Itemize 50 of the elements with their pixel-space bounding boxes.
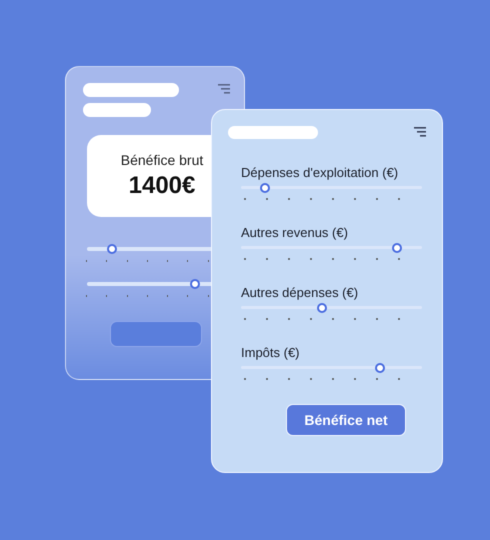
tick-dot: [376, 318, 378, 320]
slider-track[interactable]: [87, 247, 211, 251]
tick-dot: [332, 318, 334, 320]
tick-dot: [398, 198, 400, 200]
tick-dot: [398, 378, 400, 380]
slider-label: Dépenses d'exploitation (€): [241, 165, 400, 180]
tick-dot: [288, 258, 290, 260]
slider-thumb[interactable]: [190, 279, 200, 289]
slider-thumb[interactable]: [392, 243, 402, 253]
tick-dot: [266, 378, 268, 380]
tick-dot: [244, 258, 246, 260]
tick-dot: [310, 318, 312, 320]
tick-dot: [266, 318, 268, 320]
tick-dot: [376, 258, 378, 260]
tick-dot: [244, 198, 246, 200]
tick-dot: [332, 198, 334, 200]
tick-dot: [266, 258, 268, 260]
tick-dot: [398, 258, 400, 260]
net-profit-button[interactable]: Bénéfice net: [286, 404, 406, 436]
slider-thumb[interactable]: [375, 363, 386, 373]
tick-dot: [310, 378, 312, 380]
tick-dot: [398, 318, 400, 320]
tick-dot: [354, 258, 356, 260]
slider-label: Autres dépenses (€): [241, 285, 360, 300]
slider-label: Autres revenus (€): [241, 225, 349, 240]
tick-dot: [332, 258, 334, 260]
tick-dot: [310, 198, 312, 200]
slider-thumb[interactable]: [317, 303, 328, 313]
tick-dot: [266, 198, 268, 200]
slider-thumb[interactable]: [106, 244, 117, 254]
slider-thumb[interactable]: [260, 183, 270, 193]
tick-dot: [288, 198, 290, 200]
tick-dot: [354, 378, 356, 380]
tick-dot: [376, 198, 378, 200]
tick-dot: [288, 318, 290, 320]
tick-dot: [244, 318, 246, 320]
tick-dot: [310, 258, 312, 260]
summary-label: Bénéfice brut: [120, 152, 204, 168]
placeholder-bar: [83, 103, 151, 117]
slider-track[interactable]: [87, 282, 211, 286]
tick-dot: [376, 378, 378, 380]
summary-value: 1400€: [128, 172, 196, 200]
tick-dot: [354, 198, 356, 200]
tick-dot: [288, 378, 290, 380]
filter-icon[interactable]: [218, 84, 230, 94]
slider-label: Impôts (€): [241, 345, 301, 360]
tick-dot: [354, 318, 356, 320]
tick-dot: [332, 378, 334, 380]
tick-dot: [244, 378, 246, 380]
filter-icon[interactable]: [414, 127, 426, 137]
